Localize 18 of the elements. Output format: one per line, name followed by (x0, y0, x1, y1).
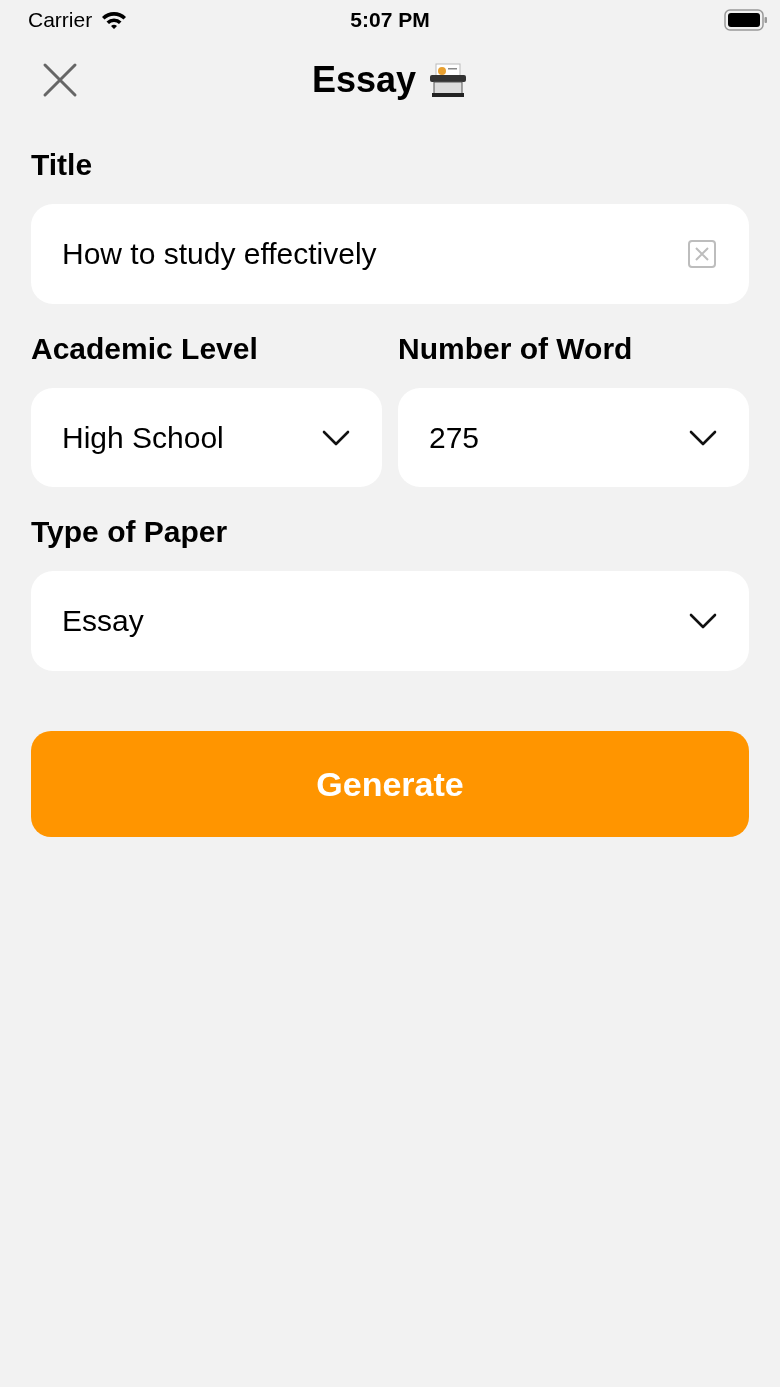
dropdown[interactable]: High School (31, 388, 382, 487)
chevron-down-icon (689, 429, 717, 446)
battery-icon (724, 9, 768, 31)
fax-machine-icon (428, 62, 469, 98)
field-label: Type of Paper (31, 515, 229, 549)
wifi-icon (100, 10, 129, 30)
page-title: Essay (311, 59, 417, 101)
chevron-down-icon (689, 613, 717, 629)
carrier-label: Carrier (28, 8, 93, 32)
field-label: Number of Word (398, 332, 634, 366)
close-icon[interactable] (42, 62, 78, 98)
field-label: Academic Level (31, 332, 259, 366)
title-field[interactable]: How to study effectively (31, 204, 749, 304)
dropdown[interactable]: 275 (398, 388, 749, 487)
chevron-down-icon (322, 429, 350, 446)
field-label: Title (31, 148, 94, 182)
dropdown[interactable]: Essay (31, 571, 749, 671)
status-time: 5:07 PM (350, 8, 430, 32)
